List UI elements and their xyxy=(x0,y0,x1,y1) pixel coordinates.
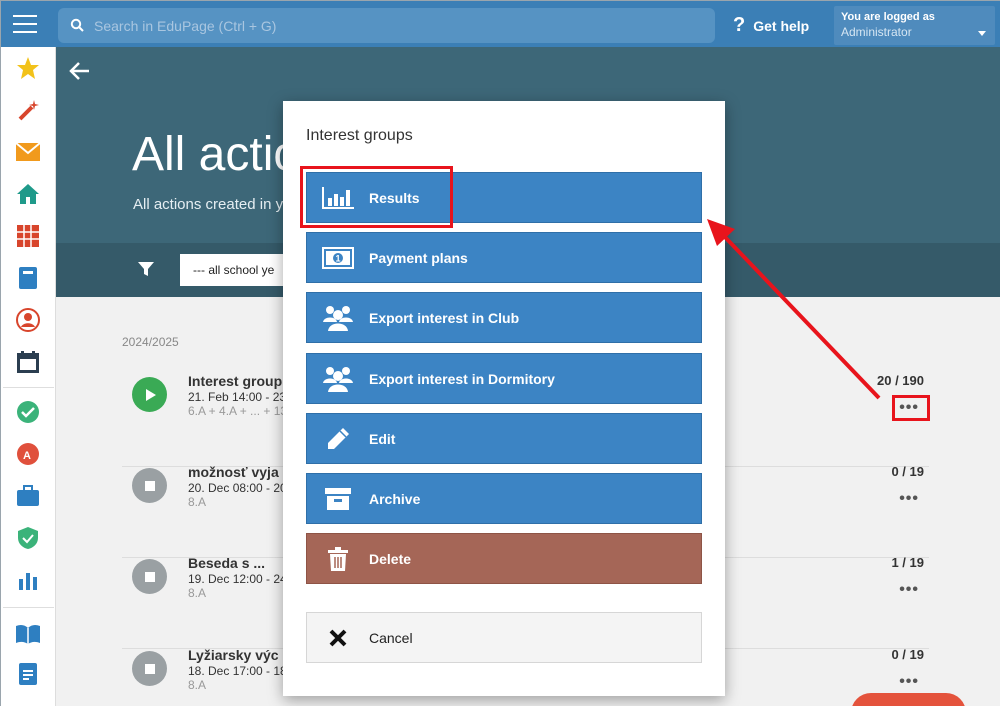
item-date: 21. Feb 14:00 - 23 xyxy=(188,390,287,404)
get-help-button[interactable]: ? Get help xyxy=(733,14,809,37)
archive-button[interactable]: Archive xyxy=(306,473,702,524)
edit-button[interactable]: Edit xyxy=(306,413,702,464)
stop-icon[interactable] xyxy=(132,651,167,686)
item-count: 0 / 19 xyxy=(891,647,924,662)
item-classes: 8.A xyxy=(188,586,207,600)
bar-chart-icon[interactable] xyxy=(15,567,41,593)
item-date: 19. Dec 12:00 - 24 xyxy=(188,572,287,586)
archive-box-icon xyxy=(307,487,369,511)
search-input[interactable] xyxy=(94,8,694,43)
year-heading: 2024/2025 xyxy=(122,335,179,349)
results-highlight xyxy=(300,166,453,228)
chevron-down-icon xyxy=(978,31,986,36)
more-options-button[interactable]: ••• xyxy=(899,490,919,508)
payment-plans-label: Payment plans xyxy=(369,249,468,266)
item-count: 1 / 19 xyxy=(891,555,924,570)
magic-wand-icon[interactable] xyxy=(15,97,41,123)
export-dormitory-label: Export interest in Dormitory xyxy=(369,370,555,387)
more-options-button[interactable]: ••• xyxy=(899,673,919,691)
delete-label: Delete xyxy=(369,550,412,567)
question-icon: ? xyxy=(733,14,746,36)
account-label: You are logged as xyxy=(841,11,935,23)
star-icon[interactable] xyxy=(15,55,41,81)
back-arrow-icon[interactable] xyxy=(68,61,90,86)
book-icon[interactable] xyxy=(15,621,41,647)
stop-icon[interactable] xyxy=(132,559,167,594)
trash-icon xyxy=(307,546,369,572)
banknote-icon: 1 xyxy=(307,246,369,269)
sidebar: A xyxy=(1,47,56,706)
notebook-icon[interactable] xyxy=(15,265,41,291)
top-bar: ? Get help You are logged as Administrat… xyxy=(1,1,1000,47)
account-dropdown[interactable]: You are logged as Administrator xyxy=(834,6,995,45)
delete-button[interactable]: Delete xyxy=(306,533,702,584)
shield-icon[interactable] xyxy=(15,525,41,551)
users-group-icon xyxy=(307,365,369,393)
annotation-arrow-icon xyxy=(707,219,881,400)
users-group-icon xyxy=(307,304,369,332)
item-classes: 8.A xyxy=(188,495,207,509)
item-date: 20. Dec 08:00 - 20 xyxy=(188,481,287,495)
export-club-label: Export interest in Club xyxy=(369,309,520,326)
page-subtitle: All actions created in y xyxy=(133,196,284,213)
export-club-button[interactable]: Export interest in Club xyxy=(306,292,702,343)
user-icon[interactable] xyxy=(15,307,41,333)
item-count: 0 / 19 xyxy=(891,464,924,479)
item-title: Lyžiarsky výc xyxy=(188,647,279,663)
stop-icon[interactable] xyxy=(132,468,167,503)
page-title: All actio xyxy=(132,128,301,181)
mail-icon[interactable] xyxy=(15,139,41,165)
menu-icon[interactable] xyxy=(13,15,37,33)
close-icon xyxy=(307,628,369,648)
check-circle-icon[interactable] xyxy=(15,399,41,425)
search-icon xyxy=(70,18,84,37)
dialog-title: Interest groups xyxy=(306,127,413,144)
add-action-button[interactable] xyxy=(851,693,966,706)
item-title: možnosť vyja xyxy=(188,464,279,480)
play-icon[interactable] xyxy=(132,377,167,412)
calendar-icon[interactable] xyxy=(15,349,41,375)
svg-text:1: 1 xyxy=(336,253,341,263)
document-icon[interactable] xyxy=(15,661,41,687)
svg-text:A: A xyxy=(23,450,31,462)
item-title: Interest group xyxy=(188,373,283,389)
briefcase-icon[interactable] xyxy=(15,483,41,509)
export-dormitory-button[interactable]: Export interest in Dormitory xyxy=(306,353,702,404)
edit-label: Edit xyxy=(369,430,396,447)
cancel-button[interactable]: Cancel xyxy=(306,612,702,663)
more-options-button[interactable]: ••• xyxy=(899,581,919,599)
filter-icon[interactable] xyxy=(138,261,154,282)
archive-label: Archive xyxy=(369,490,421,507)
pencil-icon xyxy=(307,426,369,452)
item-title: Beseda s ... xyxy=(188,555,266,571)
account-role: Administrator xyxy=(841,25,912,39)
item-classes: 8.A xyxy=(188,678,207,692)
item-date: 18. Dec 17:00 - 18 xyxy=(188,664,287,678)
home-icon[interactable] xyxy=(15,181,41,207)
cancel-label: Cancel xyxy=(369,629,413,646)
item-classes: 6.A + 4.A + ... + 13 xyxy=(188,404,288,418)
search-box[interactable] xyxy=(58,8,715,43)
grade-icon[interactable]: A xyxy=(15,441,41,467)
timetable-icon[interactable] xyxy=(15,223,41,249)
payment-plans-button[interactable]: 1 Payment plans xyxy=(306,232,702,283)
get-help-label: Get help xyxy=(753,17,810,34)
